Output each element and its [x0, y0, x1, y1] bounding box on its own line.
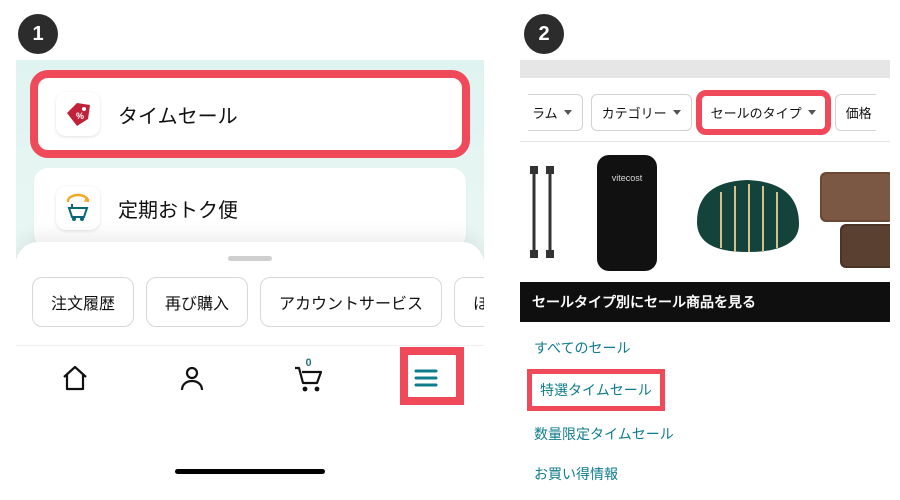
- chevron-down-icon: [673, 110, 681, 115]
- user-icon: [177, 363, 207, 393]
- sheet-grabber[interactable]: [228, 256, 272, 261]
- product-cable[interactable]: [520, 142, 572, 282]
- sale-type-list: すべてのセール 特選タイムセール 数量限定タイムセール お買い得情報: [520, 322, 890, 500]
- filter-label: カテゴリー: [602, 103, 667, 122]
- browser-chrome-strip: [520, 60, 890, 78]
- chip-label: 注文履歴: [51, 296, 115, 313]
- svg-text:%: %: [76, 111, 84, 121]
- chevron-down-icon: [808, 110, 816, 115]
- step-number: 1: [32, 23, 43, 46]
- chip-buy-again[interactable]: 再び購入: [146, 277, 248, 327]
- sale-type-special-timesale[interactable]: 特選タイムセール: [532, 374, 660, 406]
- sale-type-bargain[interactable]: お買い得情報: [522, 454, 888, 494]
- filter-label: ラム: [532, 103, 558, 122]
- chip-account[interactable]: アカウントサービス: [260, 277, 442, 327]
- chip-label: アカウントサービス: [279, 296, 423, 313]
- quick-access-panel: % タイムセール 定期おトク便: [16, 60, 484, 258]
- subscribe-save-icon: [56, 186, 100, 230]
- chip-label: ほ: [473, 296, 484, 313]
- link-label: すべてのセール: [534, 340, 630, 356]
- step-badge-2: 2: [524, 14, 564, 54]
- menu-item-label: タイムセール: [118, 100, 238, 129]
- section-title: セールタイプ別にセール商品を見る: [532, 294, 756, 310]
- chip-more[interactable]: ほ: [454, 277, 484, 327]
- product-card-case[interactable]: [682, 142, 812, 282]
- chip-orders[interactable]: 注文履歴: [32, 277, 134, 327]
- chevron-down-icon: [564, 110, 572, 115]
- deals-screenshot-right: ラム カテゴリー セールのタイプ 価格 vitecost セールタイプ別にセール…: [520, 60, 890, 480]
- svg-text:vitecost: vitecost: [612, 173, 643, 183]
- filter-label: セールのタイプ: [711, 103, 802, 122]
- product-wallet[interactable]: [812, 142, 890, 282]
- product-carousel[interactable]: vitecost: [520, 142, 890, 282]
- filter-price[interactable]: 価格: [835, 94, 876, 131]
- menu-item-timesale[interactable]: % タイムセール: [34, 74, 466, 154]
- phone-screenshot-left: % タイムセール 定期おトク便 注文履歴 再び購入 アカウントサー: [16, 60, 484, 480]
- step-number: 2: [538, 23, 549, 46]
- menu-item-subscribe-save[interactable]: 定期おトク便: [34, 168, 466, 248]
- filter-program[interactable]: ラム: [528, 94, 583, 131]
- home-icon: [60, 363, 90, 393]
- quick-links-row: 注文履歴 再び購入 アカウントサービス ほ: [16, 277, 484, 345]
- nav-cart[interactable]: 0: [285, 354, 333, 402]
- link-label: お買い得情報: [534, 466, 618, 482]
- product-powerbank[interactable]: vitecost: [572, 142, 682, 282]
- sale-type-all[interactable]: すべてのセール: [522, 328, 888, 368]
- tag-percent-icon: %: [56, 92, 100, 136]
- nav-account[interactable]: [168, 354, 216, 402]
- chip-label: 再び購入: [165, 296, 229, 313]
- filter-label: 価格: [846, 103, 872, 122]
- filter-category[interactable]: カテゴリー: [591, 94, 692, 131]
- step-badge-1: 1: [18, 14, 58, 54]
- highlight-box-menu: [400, 347, 464, 405]
- menu-item-label: 定期おトク便: [118, 194, 238, 223]
- filter-bar: ラム カテゴリー セールのタイプ 価格: [520, 84, 890, 142]
- home-indicator: [175, 469, 325, 474]
- link-label: 特選タイムセール: [540, 382, 652, 398]
- filter-sale-type[interactable]: セールのタイプ: [700, 94, 827, 131]
- section-header: セールタイプ別にセール商品を見る: [520, 282, 890, 322]
- bottom-nav: 0: [16, 345, 484, 409]
- sale-type-limited[interactable]: 数量限定タイムセール: [522, 414, 888, 454]
- nav-home[interactable]: [51, 354, 99, 402]
- cart-count: 0: [305, 357, 311, 369]
- bottom-sheet: 注文履歴 再び購入 アカウントサービス ほ 0: [16, 242, 484, 480]
- link-label: 数量限定タイムセール: [534, 426, 674, 442]
